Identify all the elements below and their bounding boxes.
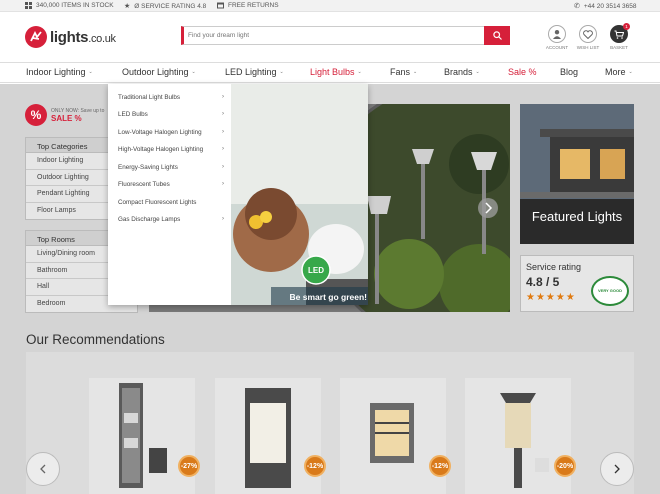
heart-icon — [579, 25, 597, 43]
service-rating-value: 4.8 / 5 — [526, 275, 560, 289]
featured-lights-label: Featured Lights — [531, 209, 623, 224]
basket-button[interactable]: 1 BASKET — [604, 23, 634, 50]
dropdown-item[interactable]: Fluorescent Tubes › — [118, 181, 224, 188]
product-card[interactable] — [89, 378, 195, 494]
chevron-down-icon: ⌄ — [279, 69, 284, 75]
rating-stars: ★★★★★ — [526, 292, 576, 303]
featured-lights-banner[interactable]: Featured Lights — [520, 104, 634, 244]
return-icon — [217, 2, 224, 9]
child-bulb-image: LED Be smart go green! — [231, 84, 368, 305]
search-input[interactable] — [188, 29, 478, 42]
discount-badge: -12% — [429, 455, 451, 477]
chevron-right-icon: › — [222, 164, 224, 170]
discount-badge: -20% — [554, 455, 576, 477]
dropdown-item[interactable]: Energy-Saving Lights › — [118, 164, 224, 171]
chevron-down-icon: ⌄ — [357, 69, 362, 75]
sale-small-text: ONLY NOW: Save up to — [51, 107, 105, 114]
basket-count-badge: 1 — [623, 23, 630, 30]
stock-info: 340,000 ITEMS IN STOCK — [25, 2, 114, 9]
product-image — [465, 378, 571, 494]
cart-icon: 1 — [610, 23, 630, 43]
chevron-right-icon: › — [222, 111, 224, 117]
carousel-next-button[interactable] — [600, 452, 634, 486]
nav-led-lighting[interactable]: LED Lighting ⌄ — [225, 67, 284, 77]
phone-info[interactable]: ✆ +44 20 3514 3658 — [574, 2, 637, 11]
dropdown-item[interactable]: High-Voltage Halogen Lighting › — [118, 146, 224, 153]
dropdown-item[interactable]: Traditional Light Bulbs › — [118, 94, 224, 101]
nav-indoor-lighting[interactable]: Indoor Lighting ⌄ — [26, 67, 93, 77]
account-label: ACCOUNT — [545, 45, 569, 50]
chevron-left-icon — [40, 464, 46, 474]
phone-icon: ✆ — [574, 3, 580, 10]
main-navigation: Indoor Lighting ⌄ Outdoor Lighting ⌄ LED L… — [0, 62, 660, 83]
wishlist-button[interactable]: WISH LIST — [573, 25, 603, 50]
search-button[interactable] — [484, 26, 510, 45]
light-bulbs-dropdown: Traditional Light Bulbs › LED Bulbs › Low-… — [108, 84, 368, 305]
nav-more[interactable]: More ⌄ — [605, 67, 633, 77]
nav-outdoor-lighting[interactable]: Outdoor Lighting ⌄ — [122, 67, 196, 77]
recommendations-title: Our Recommendations — [26, 332, 165, 347]
service-rating-box: Service rating 4.8 / 5 ★★★★★ VERY GOOD — [520, 255, 634, 312]
nav-fans[interactable]: Fans ⌄ — [390, 67, 417, 77]
recommendations-carousel: -27% -12% -12% -20% — [26, 352, 634, 494]
promo-text: Be smart go green! — [290, 292, 368, 302]
discount-badge: -27% — [178, 455, 200, 477]
user-icon — [548, 25, 566, 43]
top-info-bar: 340,000 ITEMS IN STOCK ★ Ø SERVICE RATIN… — [0, 0, 660, 12]
chevron-down-icon: ⌄ — [191, 69, 196, 75]
chevron-down-icon: ⌄ — [475, 69, 480, 75]
chevron-down-icon: ⌄ — [413, 69, 418, 75]
product-image — [89, 378, 195, 494]
nav-sale[interactable]: Sale % — [508, 67, 537, 77]
product-image — [340, 378, 446, 494]
product-image — [215, 378, 321, 494]
chevron-right-icon — [614, 464, 620, 474]
logo-text: lights.co.uk — [50, 28, 116, 46]
carousel-prev-button[interactable] — [26, 452, 60, 486]
percent-icon: % — [25, 104, 47, 126]
nav-brands[interactable]: Brands ⌄ — [444, 67, 480, 77]
chevron-right-icon: › — [222, 181, 224, 187]
account-button[interactable]: ACCOUNT — [542, 25, 572, 50]
search-bar — [181, 26, 510, 45]
trust-seal-icon: VERY GOOD — [591, 276, 629, 306]
product-card[interactable] — [465, 378, 571, 494]
dropdown-item[interactable]: Low-Voltage Halogen Lighting › — [118, 129, 224, 136]
dropdown-item[interactable]: LED Bulbs › — [118, 111, 224, 118]
chevron-right-icon: › — [222, 146, 224, 152]
led-badge: LED — [308, 266, 324, 275]
service-rating-text: Ø SERVICE RATING 4.8 — [134, 2, 207, 10]
discount-badge: -12% — [304, 455, 326, 477]
site-header: lights.co.uk ACCOUNT WISH LIST 1 BASKET — [0, 12, 660, 62]
phone-number[interactable]: +44 20 3514 3658 — [584, 3, 637, 10]
site-logo[interactable]: lights.co.uk — [25, 26, 116, 48]
stock-text: 340,000 ITEMS IN STOCK — [36, 2, 114, 9]
service-rating-info: ★ Ø SERVICE RATING 4.8 — [124, 2, 207, 11]
product-card[interactable] — [340, 378, 446, 494]
basket-label: BASKET — [610, 45, 628, 50]
dropdown-item[interactable]: Compact Fluorescent Lights — [118, 199, 224, 206]
star-icon: ★ — [124, 3, 131, 10]
chevron-right-icon: › — [222, 216, 224, 222]
product-card[interactable] — [215, 378, 321, 494]
free-returns-info: FREE RETURNS — [217, 2, 279, 9]
chevron-down-icon: ⌄ — [628, 69, 633, 75]
chevron-right-icon: › — [222, 94, 224, 100]
free-returns-text: FREE RETURNS — [228, 2, 279, 9]
nav-blog[interactable]: Blog — [560, 67, 578, 77]
chevron-right-icon: › — [222, 129, 224, 135]
nav-light-bulbs[interactable]: Light Bulbs ⌄ — [310, 67, 362, 77]
sale-banner[interactable]: % ONLY NOW: Save up to SALE % — [25, 104, 104, 126]
search-icon — [492, 31, 502, 40]
sale-big-text: SALE % — [51, 113, 82, 123]
service-rating-label: Service rating — [526, 262, 582, 272]
grid-icon — [25, 2, 32, 9]
logo-mark-icon — [25, 26, 47, 48]
dropdown-promo-image[interactable]: LED Be smart go green! — [231, 84, 368, 305]
wishlist-label: WISH LIST — [576, 45, 600, 50]
chevron-down-icon: ⌄ — [88, 69, 93, 75]
dropdown-menu-list: Traditional Light Bulbs › LED Bulbs › Low-… — [108, 84, 231, 305]
dropdown-item[interactable]: Gas Discharge Lamps › — [118, 216, 224, 223]
